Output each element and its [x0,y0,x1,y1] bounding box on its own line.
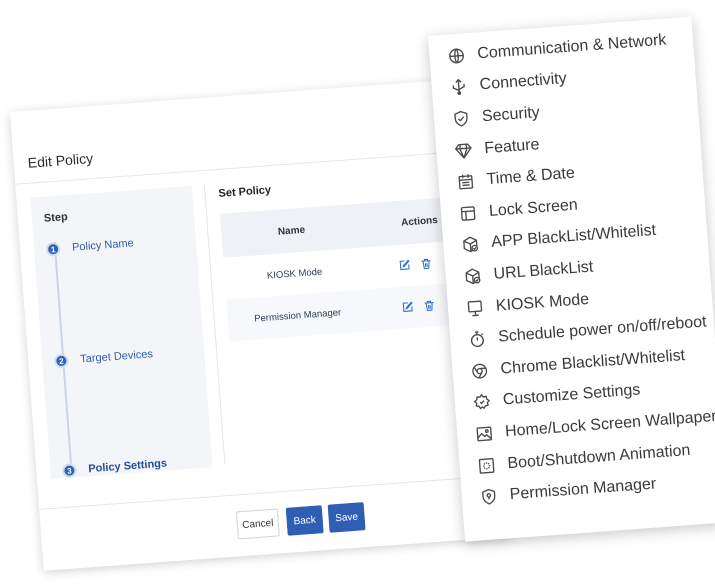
settings-icon [472,393,491,412]
stopwatch-icon [468,330,487,349]
step-label: Policy Name [71,237,135,254]
cancel-button[interactable]: Cancel [235,508,280,540]
image-icon [475,424,494,443]
menu-item-label: Lock Screen [488,196,579,220]
step-number-badge: 3 [61,463,77,479]
policy-name-cell: KIOSK Mode [266,266,323,282]
policy-table: Name Actions KIOSK Mode Permission Manag… [220,196,469,342]
lock-shield-icon [479,487,498,506]
edit-icon[interactable] [401,301,414,314]
save-button[interactable]: Save [327,502,366,533]
globe-icon [447,46,466,65]
step-target-devices[interactable]: 2 Target Devices [53,347,154,369]
menu-item-label: Permission Manager [509,475,657,504]
menu-item-label: Connectivity [479,70,568,94]
loading-icon [477,456,496,475]
shield-check-icon [452,109,471,128]
usb-icon [449,78,468,97]
step-number-badge: 1 [45,241,61,257]
trash-icon[interactable] [423,299,436,312]
menu-item-label: Customize Settings [502,381,641,409]
menu-item-label: Time & Date [486,164,576,189]
policy-feature-menu: Communication & Network Connectivity Sec… [428,16,715,542]
monitor-icon [465,298,484,317]
set-policy-title: Set Policy [218,184,272,200]
edit-icon[interactable] [398,259,411,272]
back-button[interactable]: Back [285,505,324,536]
menu-item-label: Security [481,104,541,126]
calendar-icon [456,172,475,191]
menu-item-label: URL BlackList [493,258,594,283]
diamond-icon [454,141,473,160]
cube-check-icon [461,235,480,254]
step-label: Target Devices [79,348,154,366]
step-policy-name[interactable]: 1 Policy Name [45,236,135,257]
step-panel: Step 1 Policy Name 2 Target Devices 3 Po… [30,185,213,479]
policy-name-cell: Permission Manager [253,306,342,325]
trash-icon[interactable] [420,257,433,270]
dialog-body: Step 1 Policy Name 2 Target Devices 3 Po… [15,150,508,509]
step-number-badge: 2 [53,353,69,369]
chrome-icon [470,361,489,380]
menu-item-label: Feature [483,135,540,157]
column-header-name: Name [277,224,306,238]
step-heading: Step [43,211,69,225]
menu-item-label: KIOSK Mode [495,290,590,315]
step-policy-settings[interactable]: 3 Policy Settings [61,456,168,479]
cube-check-icon [463,267,482,286]
layout-icon [458,204,477,223]
step-label: Policy Settings [87,457,168,476]
